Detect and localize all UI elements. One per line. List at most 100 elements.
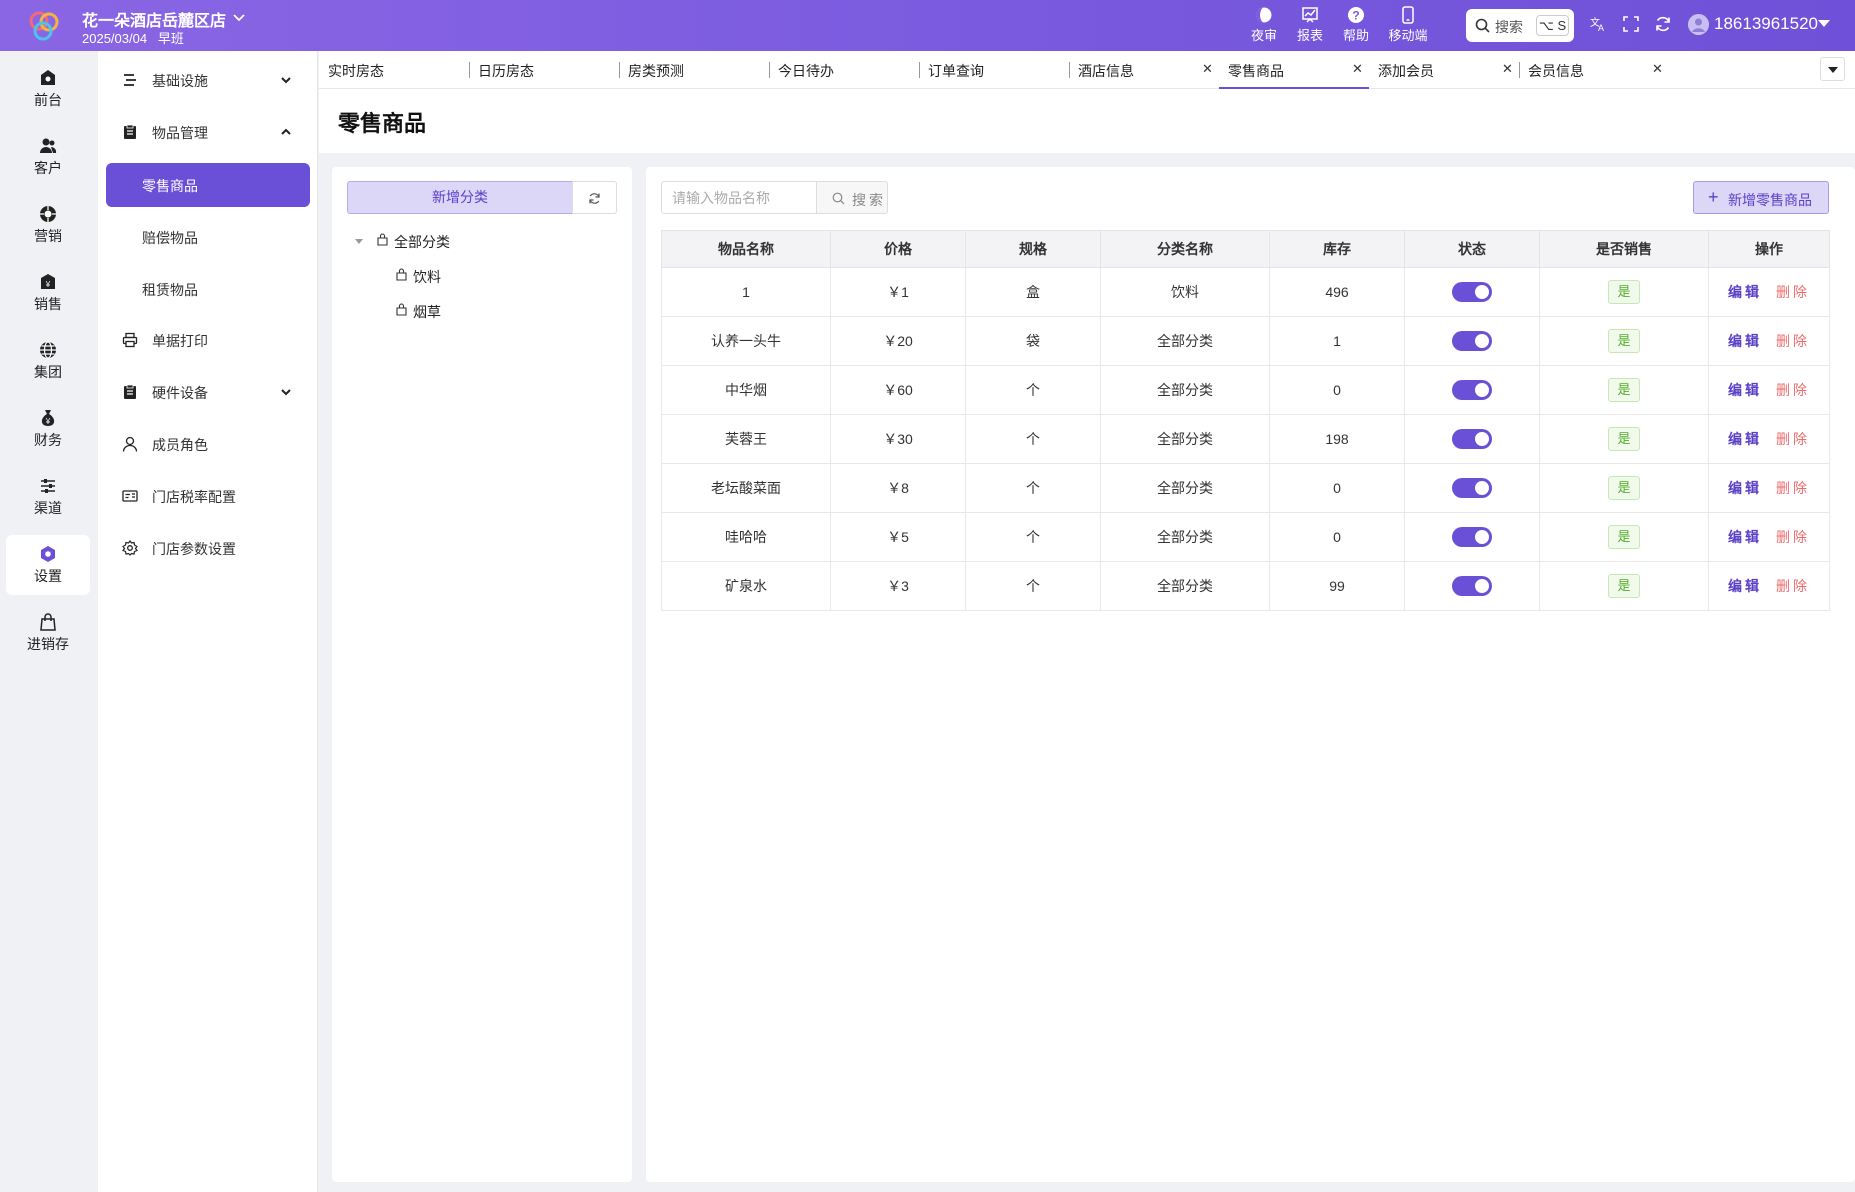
edit-button[interactable]: 编辑	[1728, 480, 1762, 496]
delete-button[interactable]: 删除	[1776, 431, 1810, 447]
edit-button[interactable]: 编辑	[1728, 529, 1762, 545]
account-dropdown-icon[interactable]	[1818, 20, 1830, 27]
chevron-down-icon[interactable]	[232, 10, 246, 24]
svg-text:¥: ¥	[45, 417, 51, 426]
rail-item-front-desk[interactable]: 前台	[6, 59, 90, 119]
on-sale-cell: 是	[1539, 267, 1709, 317]
goods-name-search-input[interactable]	[661, 181, 817, 214]
refresh-categories-button[interactable]	[572, 181, 617, 214]
tab-room-forecast[interactable]: 房类预测	[619, 51, 769, 89]
menu-compensation-goods[interactable]: 赔偿物品	[106, 215, 310, 259]
rail-item-settings[interactable]: 设置	[6, 535, 90, 595]
night-audit-button[interactable]: 夜审	[1240, 6, 1288, 44]
account-name[interactable]: 18613961520	[1714, 14, 1818, 34]
fullscreen-icon[interactable]	[1622, 15, 1640, 33]
status-cell	[1404, 365, 1540, 415]
edit-button[interactable]: 编辑	[1728, 578, 1762, 594]
search-button[interactable]: 搜索	[816, 181, 888, 214]
rail-item-channel[interactable]: 渠道	[6, 467, 90, 527]
report-button[interactable]: 报表	[1286, 6, 1334, 44]
status-toggle[interactable]	[1452, 331, 1492, 351]
refresh-icon[interactable]	[1654, 15, 1672, 33]
rail-item-finance[interactable]: ¥ 财务	[6, 399, 90, 459]
delete-button[interactable]: 删除	[1776, 480, 1810, 496]
tab-close-icon[interactable]: ✕	[1652, 61, 1663, 77]
menu-label: 门店税率配置	[152, 489, 236, 505]
actions-cell: 编辑 删除	[1708, 316, 1830, 366]
tab-order-query[interactable]: 订单查询	[919, 51, 1069, 89]
menu-store-parameters[interactable]: 门店参数设置	[98, 527, 318, 571]
translate-icon[interactable]: 文A	[1589, 15, 1607, 33]
edit-button[interactable]: 编辑	[1728, 284, 1762, 300]
status-toggle[interactable]	[1452, 478, 1492, 498]
tab-add-member[interactable]: 添加会员 ✕	[1369, 51, 1519, 89]
tree-node-label: 饮料	[413, 269, 441, 285]
tab-label: 酒店信息	[1078, 63, 1134, 79]
rail-item-sales[interactable]: ¥ 销售	[6, 263, 90, 323]
mobile-label: 移动端	[1388, 28, 1428, 43]
rail-label: 财务	[34, 432, 62, 448]
delete-button[interactable]: 删除	[1776, 284, 1810, 300]
tab-calendar-room-status[interactable]: 日历房态	[469, 51, 619, 89]
menu-retail-goods[interactable]: 零售商品	[106, 163, 310, 207]
help-button[interactable]: ? 帮助	[1332, 6, 1380, 44]
tab-label: 日历房态	[478, 63, 534, 79]
menu-basic-facilities[interactable]: 基础设施	[98, 59, 318, 103]
status-toggle[interactable]	[1452, 576, 1492, 596]
column-header: 是否销售	[1539, 230, 1709, 268]
status-toggle[interactable]	[1452, 282, 1492, 302]
spec-cell: 个	[965, 512, 1101, 562]
tab-hotel-info[interactable]: 酒店信息 ✕	[1069, 51, 1219, 89]
tab-retail-goods[interactable]: 零售商品 ✕	[1219, 51, 1369, 89]
hotel-logo-icon[interactable]	[27, 9, 61, 43]
delete-button[interactable]: 删除	[1776, 529, 1810, 545]
status-toggle[interactable]	[1452, 380, 1492, 400]
menu-tax-config[interactable]: 门店税率配置	[98, 475, 318, 519]
mobile-button[interactable]: 移动端	[1384, 6, 1432, 44]
add-retail-goods-button[interactable]: + 新增零售商品	[1693, 181, 1829, 214]
tab-overflow-button[interactable]	[1820, 57, 1845, 81]
rail-item-inventory[interactable]: 进销存	[6, 603, 90, 663]
table-row: 哇哈哈 ￥5 个 全部分类 0 是 编辑 删除	[661, 512, 1830, 562]
delete-button[interactable]: 删除	[1776, 578, 1810, 594]
status-toggle[interactable]	[1452, 429, 1492, 449]
menu-member-roles[interactable]: 成员角色	[98, 423, 318, 467]
rail-label: 进销存	[27, 636, 69, 652]
tab-close-icon[interactable]: ✕	[1352, 61, 1363, 77]
column-header: 物品名称	[661, 230, 831, 268]
category-cell: 全部分类	[1100, 512, 1270, 562]
menu-hardware[interactable]: 硬件设备	[98, 371, 318, 415]
tab-today-todo[interactable]: 今日待办	[769, 51, 919, 89]
menu-receipt-printing[interactable]: 单据打印	[98, 319, 318, 363]
user-avatar-icon[interactable]	[1688, 14, 1709, 35]
rail-item-marketing[interactable]: 营销	[6, 195, 90, 255]
tab-member-info[interactable]: 会员信息 ✕	[1519, 51, 1669, 89]
global-search-button[interactable]: 搜索 ⌥ S	[1466, 9, 1574, 42]
module-rail: 前台 客户 营销 ¥ 销售 集团 ¥ 财务 渠道 设置 进销存	[0, 51, 98, 1192]
edit-button[interactable]: 编辑	[1728, 431, 1762, 447]
add-category-button[interactable]: 新增分类	[347, 181, 573, 214]
delete-button[interactable]: 删除	[1776, 333, 1810, 349]
tab-close-icon[interactable]: ✕	[1202, 61, 1213, 77]
finance-icon: ¥	[41, 410, 55, 426]
rail-item-group[interactable]: 集团	[6, 331, 90, 391]
rail-label: 客户	[34, 160, 62, 176]
list-icon	[124, 74, 136, 86]
tree-expand-icon[interactable]	[355, 239, 363, 244]
status-toggle[interactable]	[1452, 527, 1492, 547]
menu-goods-management[interactable]: 物品管理	[98, 111, 318, 155]
price-cell: ￥30	[830, 414, 966, 464]
svg-text:A: A	[1598, 23, 1604, 33]
edit-button[interactable]: 编辑	[1728, 382, 1762, 398]
delete-button[interactable]: 删除	[1776, 382, 1810, 398]
business-date-shift: 2025/03/04 早班	[82, 31, 184, 46]
goods-name-cell: 中华烟	[661, 365, 831, 415]
night-audit-label: 夜审	[1250, 28, 1277, 43]
goods-name-cell: 哇哈哈	[661, 512, 831, 562]
edit-button[interactable]: 编辑	[1728, 333, 1762, 349]
menu-rental-goods[interactable]: 租赁物品	[106, 267, 310, 311]
tab-close-icon[interactable]: ✕	[1502, 61, 1513, 77]
tab-realtime-room-status[interactable]: 实时房态	[319, 51, 469, 89]
id-card-icon	[122, 490, 138, 502]
rail-item-customers[interactable]: 客户	[6, 127, 90, 187]
